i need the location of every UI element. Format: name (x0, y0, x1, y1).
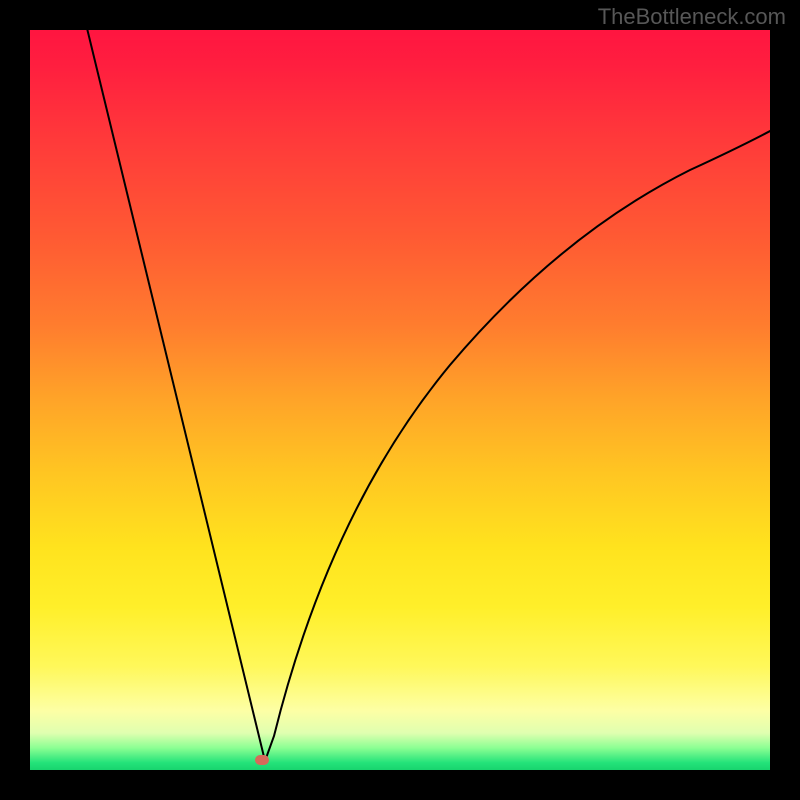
curve-right-branch (265, 130, 770, 761)
watermark-text: TheBottleneck.com (598, 4, 786, 30)
chart-frame: TheBottleneck.com (0, 0, 800, 800)
curve-left-branch (85, 30, 265, 761)
bottleneck-marker (255, 755, 269, 765)
plot-area (30, 30, 770, 770)
bottleneck-curve (30, 30, 770, 770)
